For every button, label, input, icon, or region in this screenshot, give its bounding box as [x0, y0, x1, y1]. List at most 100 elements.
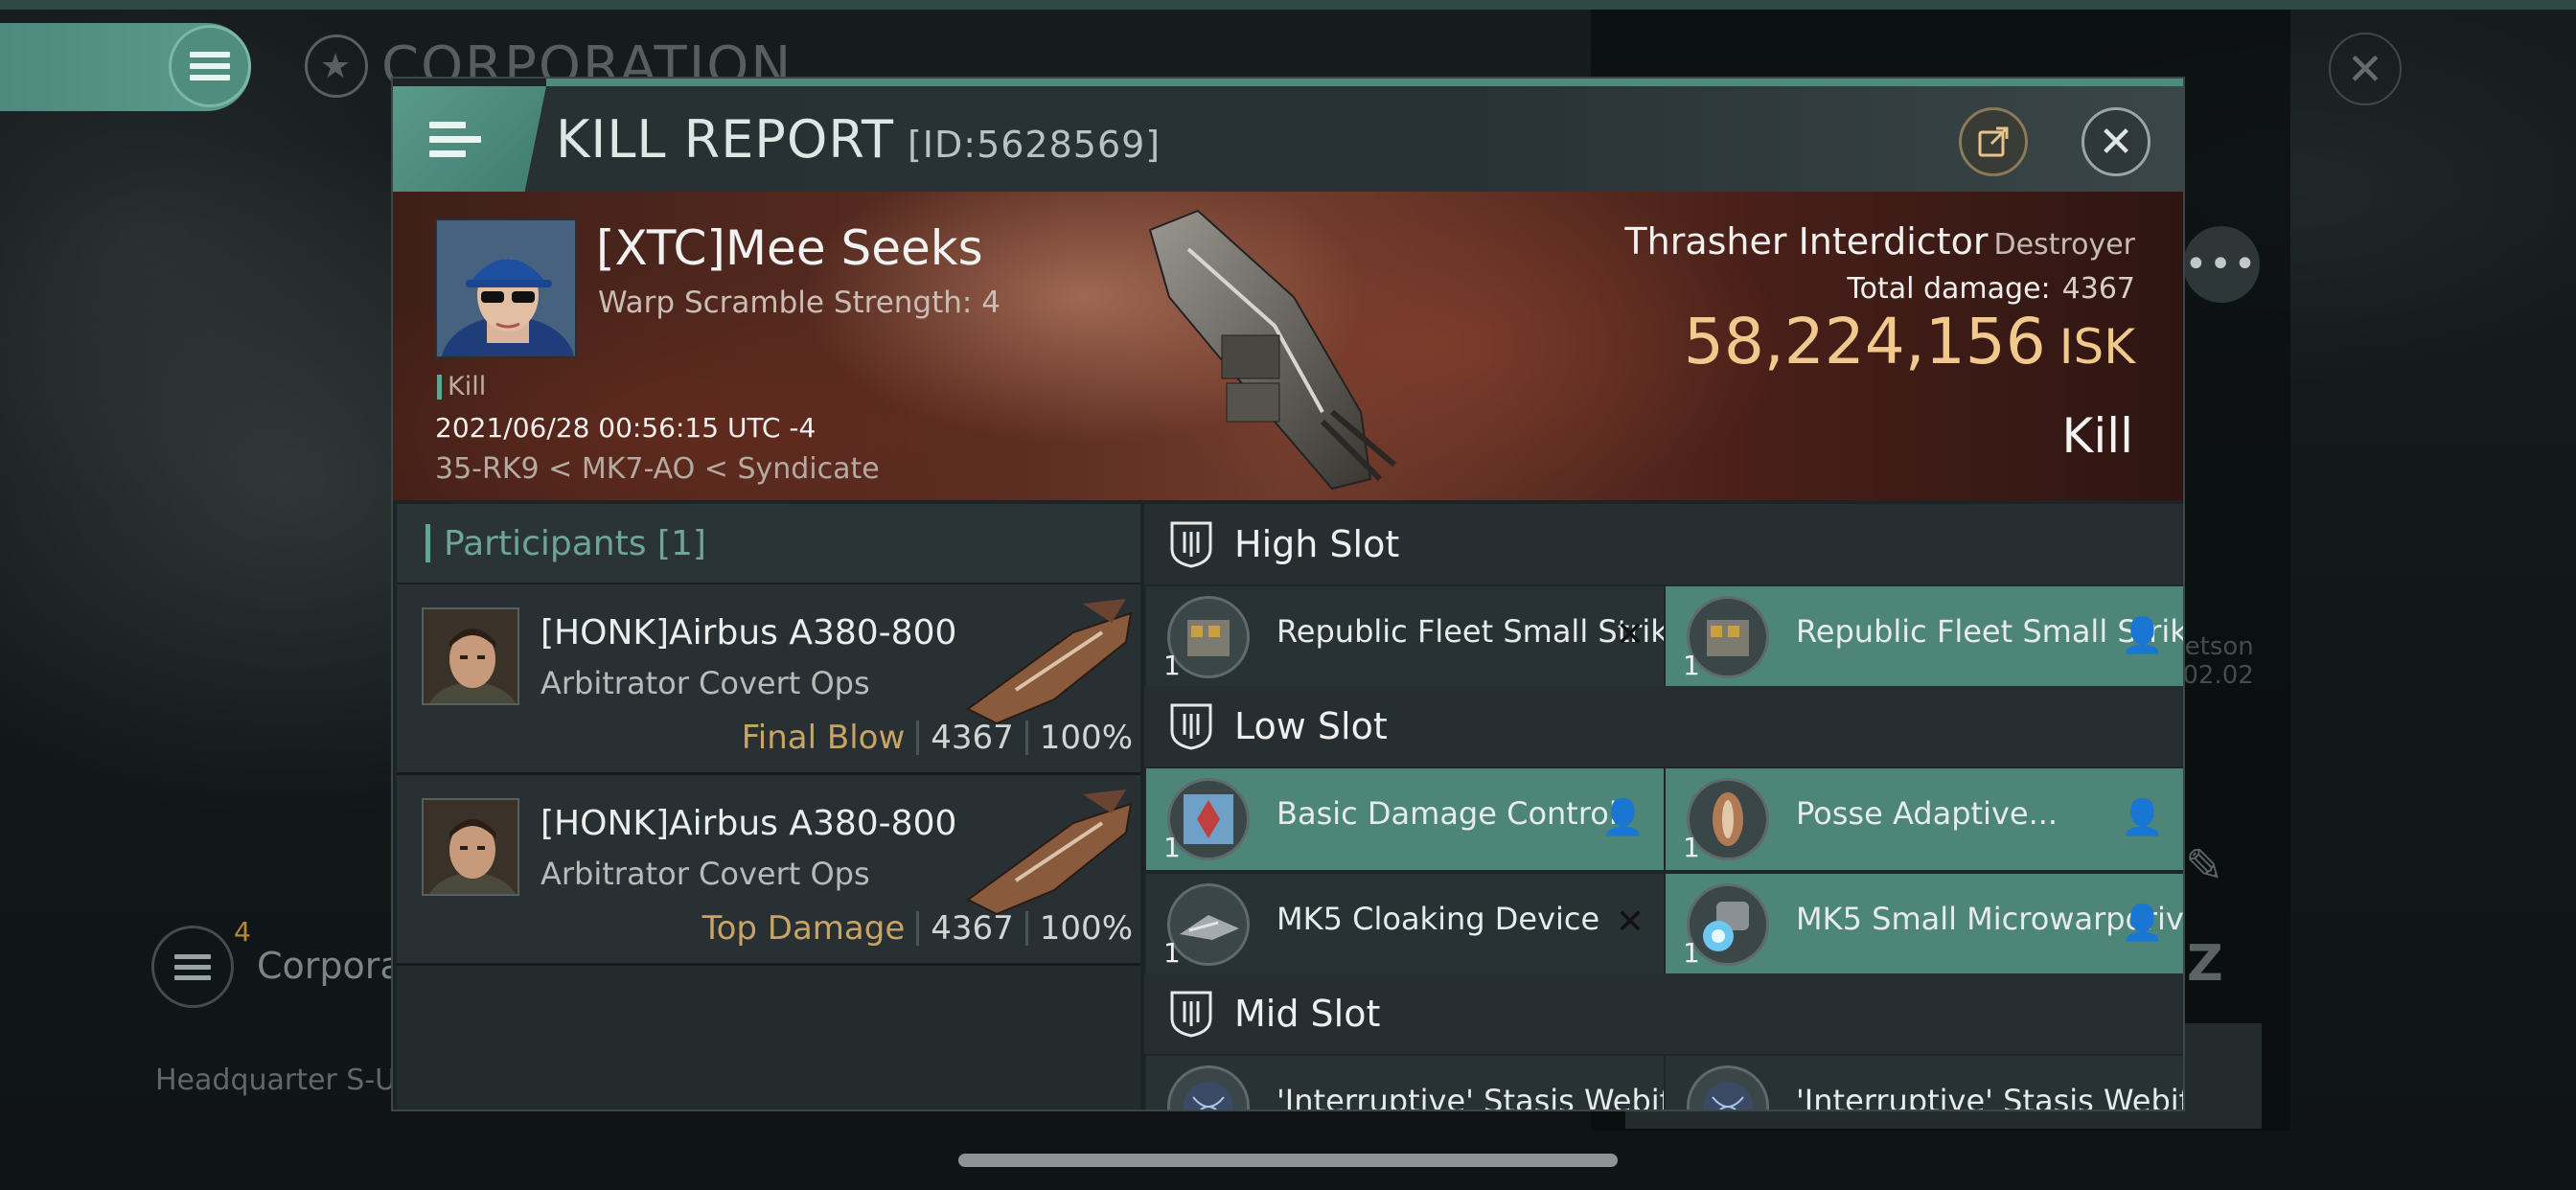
participants-header-label: Participants [1] — [444, 523, 706, 563]
participants-header-bar-icon — [426, 524, 430, 562]
stat-divider — [1024, 911, 1028, 946]
more-options-icon[interactable]: ••• — [2183, 226, 2260, 303]
participant-tag: Final Blow — [741, 719, 906, 757]
background-close-icon[interactable]: ✕ — [2329, 33, 2402, 105]
top-accent-line — [0, 0, 2576, 10]
destroyed-icon: ✕ — [1615, 903, 1644, 942]
kill-type-tag: Kill — [437, 372, 486, 401]
participant-percent: 100% — [1039, 909, 1133, 948]
item-name: Posse Adaptive... — [1796, 795, 2058, 832]
share-button[interactable] — [1959, 107, 2028, 176]
report-id: [ID:5628569] — [907, 124, 1162, 166]
low-slot-header: Low Slot — [1144, 686, 2183, 767]
kill-result-label: Kill — [2061, 408, 2133, 464]
kill-tag-label: Kill — [448, 372, 487, 401]
item-quantity: 1 — [1163, 832, 1181, 863]
item-quantity: 1 — [1163, 937, 1181, 969]
low-slot-item[interactable]: 1 Posse Adaptive... 👤 — [1666, 768, 2183, 870]
participant-name[interactable]: [HONK]Airbus A380-800 — [540, 613, 956, 652]
participant-avatar[interactable] — [422, 607, 519, 705]
total-damage-value: 4367 — [2061, 272, 2135, 306]
item-name: 'Interruptive' Stasis Webifier — [1276, 1083, 1664, 1110]
participants-panel: Participants [1] [HONK]Airbus A380-800 A… — [397, 504, 1140, 1110]
close-icon: ✕ — [2098, 117, 2134, 167]
participant-ship: Arbitrator Covert Ops — [540, 856, 870, 892]
hamburger-icon — [174, 953, 211, 980]
hamburger-icon — [190, 52, 230, 80]
high-slot-item[interactable]: 1 Republic Fleet Small Strike... 👤 — [1666, 586, 2183, 688]
modal-title-text: KILL REPORT — [556, 109, 894, 170]
mid-slot-icon — [1170, 991, 1212, 1038]
participant-row[interactable]: [HONK]Airbus A380-800 Arbitrator Covert … — [397, 775, 1140, 966]
high-slot-label: High Slot — [1234, 523, 1400, 565]
modal-header: KILL REPORT [ID:5628569] ✕ — [393, 86, 2183, 192]
victim-ship[interactable]: Thrasher Interdictor Destroyer — [1624, 220, 2135, 263]
participant-damage: 4367 — [931, 909, 1014, 948]
kill-report-modal: KILL REPORT [ID:5628569] ✕ [XTC]Mee Seek… — [391, 77, 2185, 1111]
star-icon: ★ — [305, 34, 368, 98]
stat-divider — [1024, 721, 1028, 755]
item-quantity: 1 — [1683, 937, 1700, 969]
participant-row[interactable]: [HONK]Airbus A380-800 Arbitrator Covert … — [397, 584, 1140, 775]
stasis-webifier-icon — [1687, 1065, 1769, 1110]
person-icon: 👤 — [2121, 904, 2164, 943]
side-text-line-2: 02.02 — [2182, 661, 2254, 690]
high-slot-icon — [1170, 521, 1212, 568]
participant-stats: Final Blow 4367 100% — [742, 719, 1133, 757]
mid-slot-item[interactable]: 1 'Interruptive' Stasis Webifier — [1666, 1056, 2183, 1110]
destroyed-icon: ✕ — [1615, 615, 1644, 654]
sleep-settings-icon[interactable]: Z — [2187, 935, 2223, 993]
isk-amount: 58,224,156 — [1683, 305, 2046, 378]
low-slot-item[interactable]: 1 MK5 Cloaking Device ✕ — [1146, 874, 1664, 975]
participant-ship-image[interactable] — [958, 785, 1140, 919]
modal-menu-button[interactable] — [393, 86, 546, 192]
victim-banner: [XTC]Mee Seeks Warp Scramble Strength: 4… — [393, 192, 2183, 500]
victim-ship-name: Thrasher Interdictor — [1624, 220, 1989, 263]
victim-pilot-name[interactable]: [XTC]Mee Seeks — [596, 220, 983, 276]
kill-location[interactable]: 35-RK9 < MK7-AO < Syndicate — [435, 452, 880, 486]
victim-avatar[interactable] — [435, 218, 577, 358]
isk-value: 58,224,156 ISK — [1684, 305, 2135, 378]
stat-divider — [916, 721, 920, 755]
participant-avatar[interactable] — [422, 798, 519, 896]
item-quantity: 1 — [1163, 650, 1181, 681]
mid-slot-label: Mid Slot — [1234, 993, 1381, 1035]
low-slot-item[interactable]: 1 Basic Damage Control 👤 — [1146, 768, 1664, 870]
corporation-badge-count: 4 — [234, 916, 251, 948]
high-slot-header: High Slot — [1144, 504, 2183, 584]
home-indicator[interactable] — [958, 1154, 1618, 1167]
mid-slot-header: Mid Slot — [1144, 973, 2183, 1054]
participant-ship-image[interactable] — [958, 594, 1140, 728]
kill-tag-bar-icon — [437, 374, 442, 400]
participants-header: Participants [1] — [397, 504, 1140, 584]
person-icon: 👤 — [2121, 798, 2164, 837]
edit-icon[interactable]: ✎ — [2185, 839, 2223, 893]
low-slot-item[interactable]: 1 MK5 Small Microwarpdrive 👤 — [1666, 874, 2183, 975]
item-quantity: 1 — [1683, 650, 1700, 681]
person-icon: 👤 — [1601, 798, 1644, 837]
stat-divider — [916, 911, 920, 946]
participant-stats: Top Damage 4367 100% — [702, 909, 1133, 948]
hud-menu-button[interactable] — [169, 25, 251, 107]
participant-name[interactable]: [HONK]Airbus A380-800 — [540, 804, 956, 843]
share-icon — [1978, 126, 2009, 157]
corporation-menu-icon[interactable] — [151, 926, 234, 1008]
participant-tag: Top Damage — [702, 909, 906, 948]
total-damage: Total damage: 4367 — [1847, 272, 2135, 306]
total-damage-label: Total damage: — [1847, 272, 2051, 306]
background-side-text: Jetson 02.02 — [2177, 632, 2254, 690]
close-button[interactable]: ✕ — [2082, 107, 2150, 176]
modal-title: KILL REPORT [ID:5628569] — [556, 109, 1161, 170]
person-icon: 👤 — [2121, 616, 2164, 655]
modal-accent-line — [546, 79, 2183, 86]
warp-scramble-strength: Warp Scramble Strength: 4 — [598, 286, 1000, 320]
isk-unit: ISK — [2058, 319, 2135, 375]
victim-ship-image[interactable] — [1131, 192, 1447, 500]
side-text-line-1: Jetson — [2177, 632, 2254, 661]
low-slot-icon — [1170, 703, 1212, 750]
mid-slot-item[interactable]: 1 'Interruptive' Stasis Webifier — [1146, 1056, 1664, 1110]
headquarters-label: Headquarter S-U8 — [155, 1064, 415, 1097]
item-name: Republic Fleet Small Strike... — [1276, 613, 1664, 650]
participant-damage: 4367 — [931, 719, 1014, 757]
high-slot-item[interactable]: 1 Republic Fleet Small Strike... ✕ — [1146, 586, 1664, 688]
